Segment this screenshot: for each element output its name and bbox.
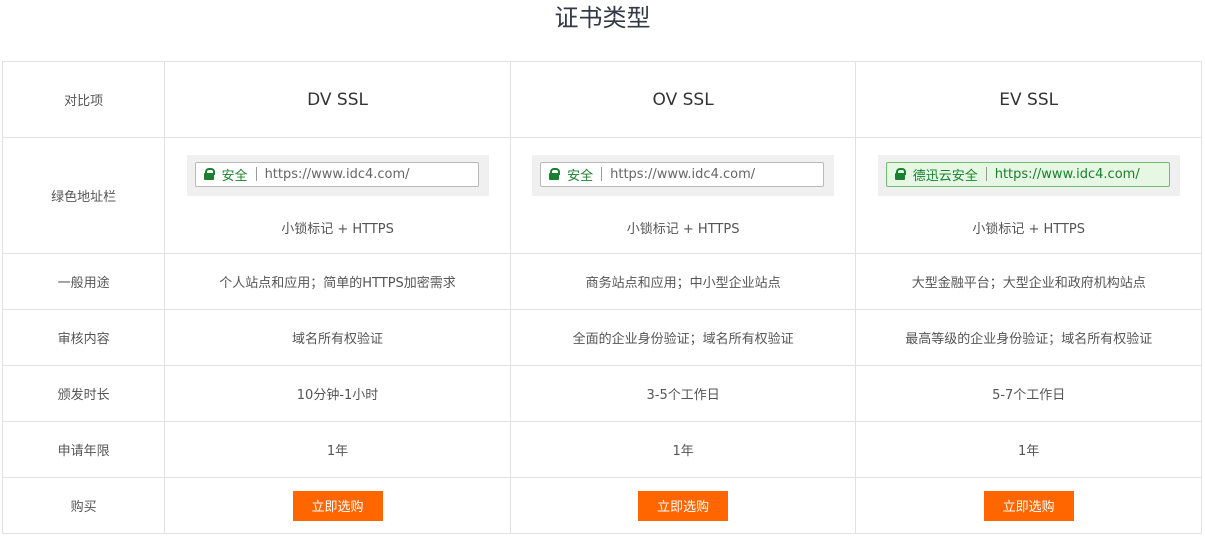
- table-row-usage: 一般用途 个人站点和应用；简单的HTTPS加密需求 商务站点和应用；中小型企业站…: [1, 253, 1202, 310]
- table-cell: 全面的企业身份验证；域名所有权验证: [509, 309, 857, 366]
- url-text: https://www.idc4.com/: [264, 166, 410, 182]
- address-bar-preview: 安全 https://www.idc4.com/: [532, 154, 835, 196]
- address-bar-cell-ev: 德迅云安全 https://www.idc4.com/ 小锁标记 + HTTPS: [855, 137, 1202, 254]
- address-bar-note: 小锁标记 + HTTPS: [281, 221, 394, 237]
- table-row-validation: 审核内容 域名所有权验证 全面的企业身份验证；域名所有权验证 最高等级的企业身份…: [1, 309, 1202, 366]
- ssl-comparison-table: 对比项 DV SSL OV SSL EV SSL 绿色地址栏 安全 https:…: [1, 61, 1202, 534]
- plan-header-ev: EV SSL: [855, 61, 1202, 138]
- address-bar-note: 小锁标记 + HTTPS: [626, 221, 740, 237]
- address-bar-preview: 德迅云安全 https://www.idc4.com/: [877, 154, 1180, 196]
- address-bar: 安全 https://www.idc4.com/: [540, 161, 825, 187]
- header-row: 对比项 DV SSL OV SSL EV SSL: [1, 61, 1202, 138]
- plan-header-ov: OV SSL: [509, 61, 857, 138]
- plan-header-dv: DV SSL: [164, 61, 511, 138]
- address-bar-cell-dv: 安全 https://www.idc4.com/ 小锁标记 + HTTPS: [164, 137, 511, 254]
- secure-label: 安全: [567, 168, 594, 184]
- row-label: 绿色地址栏: [1, 137, 166, 254]
- lock-icon: [549, 168, 561, 180]
- row-label: 一般用途: [1, 253, 166, 310]
- buy-now-button-dv[interactable]: 立即选购: [292, 490, 383, 521]
- table-cell: 5-7个工作日: [855, 365, 1202, 422]
- address-bar: 安全 https://www.idc4.com/: [194, 161, 479, 187]
- address-divider: [601, 167, 603, 181]
- buy-now-button-ev[interactable]: 立即选购: [983, 490, 1074, 521]
- address-bar-cell-ov: 安全 https://www.idc4.com/ 小锁标记 + HTTPS: [509, 137, 857, 254]
- lock-icon: [203, 168, 215, 180]
- table-cell: 个人站点和应用；简单的HTTPS加密需求: [164, 253, 511, 310]
- table-cell: 最高等级的企业身份验证；域名所有权验证: [855, 309, 1202, 366]
- table-row-issuance-time: 颁发时长 10分钟-1小时 3-5个工作日 5-7个工作日: [1, 365, 1202, 422]
- plan-name: EV SSL: [999, 89, 1059, 110]
- address-bar-ev: 德迅云安全 https://www.idc4.com/: [885, 161, 1170, 187]
- row-label: 颁发时长: [1, 365, 166, 422]
- table-cell: 10分钟-1小时: [164, 365, 511, 422]
- address-bar-note: 小锁标记 + HTTPS: [972, 221, 1086, 237]
- address-bar-preview: 安全 https://www.idc4.com/: [186, 154, 489, 196]
- table-cell: 域名所有权验证: [164, 309, 511, 366]
- table-cell: 1年: [509, 421, 857, 478]
- url-text: https://www.idc4.com/: [994, 166, 1140, 182]
- plan-name: OV SSL: [652, 89, 714, 110]
- lock-icon: [894, 168, 906, 180]
- buy-now-button-ov[interactable]: 立即选购: [638, 490, 729, 521]
- row-label: 购买: [1, 477, 166, 534]
- table-cell: 1年: [164, 421, 511, 478]
- secure-label: 德迅云安全: [912, 168, 978, 184]
- table-cell: 商务站点和应用；中小型企业站点: [509, 253, 857, 310]
- table-row-buy: 购买 立即选购 立即选购 立即选购: [1, 477, 1202, 534]
- table-row-term: 申请年限 1年 1年 1年: [1, 421, 1202, 478]
- table-cell: 1年: [855, 421, 1202, 478]
- buy-cell-dv: 立即选购: [164, 477, 511, 534]
- secure-label: 安全: [221, 168, 248, 184]
- table-cell: 大型金融平台；大型企业和政府机构站点: [855, 253, 1202, 310]
- address-divider: [255, 167, 257, 181]
- address-divider: [985, 167, 987, 181]
- page-title: 证书类型: [554, 4, 651, 32]
- row-label: 审核内容: [1, 309, 166, 366]
- table-cell: 3-5个工作日: [509, 365, 857, 422]
- address-bar-row: 绿色地址栏 安全 https://www.idc4.com/ 小锁标记 + HT…: [1, 137, 1202, 254]
- plan-name: DV SSL: [307, 89, 368, 110]
- url-text: https://www.idc4.com/: [610, 166, 756, 182]
- buy-cell-ev: 立即选购: [855, 477, 1202, 534]
- header-label-cell: 对比项: [1, 61, 166, 138]
- buy-cell-ov: 立即选购: [509, 477, 857, 534]
- row-label: 申请年限: [1, 421, 166, 478]
